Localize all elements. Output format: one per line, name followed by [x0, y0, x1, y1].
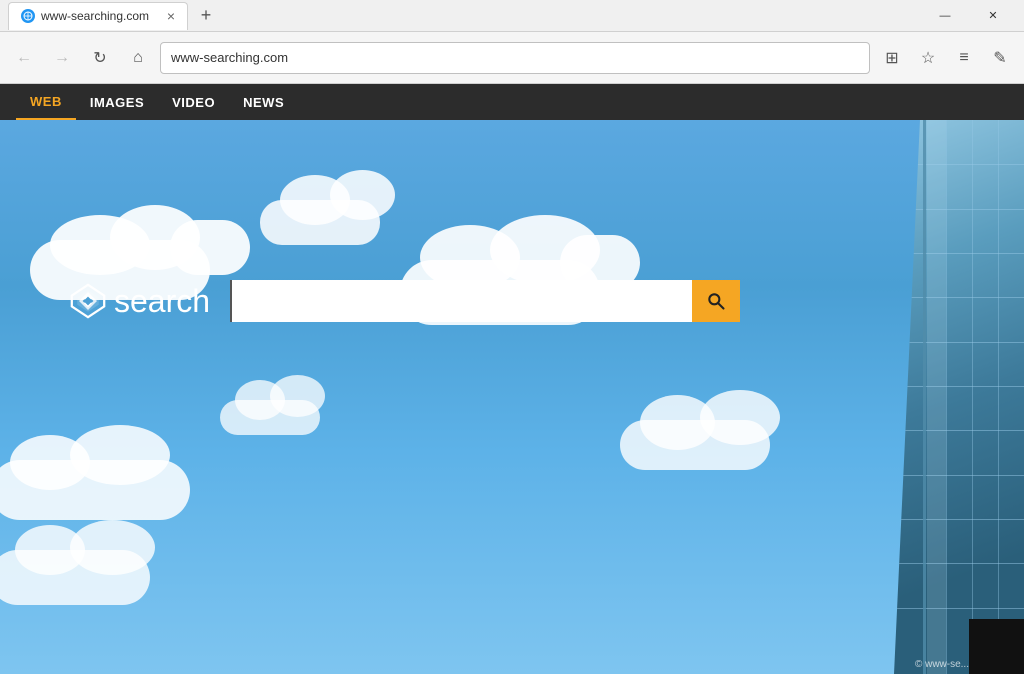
address-input[interactable]: www-searching.com	[160, 42, 870, 74]
search-area: search	[70, 280, 740, 322]
search-input[interactable]	[230, 280, 692, 322]
address-bar-icons: ⊞ ☆ ≡ ✎	[876, 42, 1016, 74]
annotate-button[interactable]: ✎	[984, 42, 1016, 74]
brand-logo-icon	[70, 283, 106, 319]
close-window-button[interactable]: ✕	[970, 0, 1016, 32]
nav-item-news[interactable]: NEWS	[229, 84, 298, 120]
back-button[interactable]: ←	[8, 42, 40, 74]
tab-title: www-searching.com	[41, 9, 161, 23]
browser-tab[interactable]: www-searching.com ×	[8, 2, 188, 30]
search-button[interactable]	[692, 280, 740, 322]
browser-frame: www-searching.com × + — ✕ ← → ↻ ⌂ www-se…	[0, 0, 1024, 674]
search-icon	[706, 291, 726, 311]
favorites-button[interactable]: ☆	[912, 42, 944, 74]
minimize-button[interactable]: —	[922, 0, 968, 32]
site-navigation: WEB IMAGES VIDEO NEWS	[0, 84, 1024, 120]
tab-favicon-icon	[21, 9, 35, 23]
menu-button[interactable]: ≡	[948, 42, 980, 74]
split-view-button[interactable]: ⊞	[876, 42, 908, 74]
window-controls: — ✕	[922, 0, 1016, 32]
search-box	[230, 280, 740, 322]
title-bar: www-searching.com × + — ✕	[0, 0, 1024, 32]
tab-area: www-searching.com × +	[8, 2, 922, 30]
building-decoration	[894, 120, 1024, 674]
nav-item-images[interactable]: IMAGES	[76, 84, 158, 120]
logo-text: search	[114, 283, 210, 320]
clouds-decoration	[0, 120, 1024, 674]
copyright-text: © www-se...	[915, 659, 969, 670]
url-text: www-searching.com	[171, 50, 288, 65]
new-tab-button[interactable]: +	[192, 2, 220, 30]
dark-corner	[969, 619, 1024, 674]
forward-button[interactable]: →	[46, 42, 78, 74]
nav-item-web[interactable]: WEB	[16, 84, 76, 120]
close-tab-button[interactable]: ×	[167, 9, 175, 23]
home-button[interactable]: ⌂	[122, 42, 154, 74]
refresh-button[interactable]: ↻	[84, 42, 116, 74]
logo-area: search	[70, 283, 210, 320]
main-content: © www-se... search	[0, 120, 1024, 674]
nav-item-video[interactable]: VIDEO	[158, 84, 229, 120]
address-bar: ← → ↻ ⌂ www-searching.com ⊞ ☆ ≡ ✎	[0, 32, 1024, 84]
